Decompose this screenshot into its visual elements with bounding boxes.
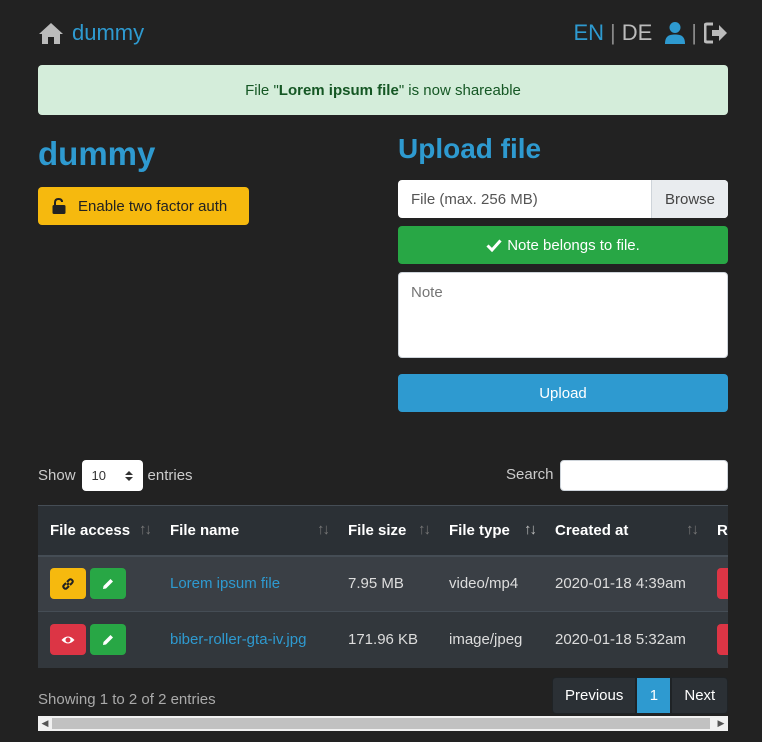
upload-title: Upload file — [398, 133, 542, 164]
file-access-cell — [38, 555, 158, 612]
home-icon — [39, 23, 63, 44]
table-row: biber-roller-gta-iv.jpg 171.96 KB image/… — [38, 611, 728, 668]
lang-de-link[interactable]: DE — [622, 20, 653, 46]
col-remove-label: R — [717, 521, 728, 539]
file-name-cell: Lorem ipsum file — [158, 555, 336, 612]
pencil-icon — [103, 634, 113, 645]
col-file-name-label: File name — [170, 521, 240, 539]
sort-icon: ↑↓ — [686, 521, 699, 538]
alert-prefix: File " — [245, 81, 279, 99]
col-created-at[interactable]: Created at ↑↓ — [543, 505, 705, 557]
logout-icon[interactable] — [704, 22, 728, 44]
enable-2fa-label: Enable two factor auth — [78, 197, 228, 215]
search-label: Search — [506, 466, 554, 483]
search-input[interactable] — [560, 460, 728, 491]
file-name-cell: biber-roller-gta-iv.jpg — [158, 611, 336, 668]
lang-separator: | — [610, 20, 616, 45]
sort-icon: ↑↓ — [317, 521, 330, 538]
col-file-size[interactable]: File size ↑↓ — [336, 505, 437, 557]
sort-icon: ↑↓ — [139, 521, 152, 538]
horizontal-scrollbar[interactable]: ◀ ▶ — [38, 716, 728, 731]
edit-button[interactable] — [90, 624, 126, 656]
page-1-button[interactable]: 1 — [636, 677, 672, 714]
file-name-link[interactable]: Lorem ipsum file — [170, 575, 280, 592]
scroll-left-icon[interactable]: ◀ — [38, 716, 52, 731]
col-file-size-label: File size — [348, 521, 407, 539]
delete-button[interactable] — [717, 568, 728, 600]
file-name-link[interactable]: biber-roller-gta-iv.jpg — [170, 631, 306, 648]
files-table: File access ↑↓ File name ↑↓ File size ↑↓ Fi… — [38, 505, 728, 668]
pencil-icon — [103, 578, 113, 589]
language-switcher: EN | DE | — [573, 20, 728, 46]
brand-text: dummy — [72, 20, 145, 45]
file-type-cell: video/mp4 — [437, 555, 543, 612]
scroll-right-icon[interactable]: ▶ — [714, 716, 728, 731]
alert-suffix: " is now shareable — [398, 81, 521, 99]
upload-button[interactable]: Upload — [398, 374, 728, 412]
unlock-icon — [52, 198, 66, 214]
col-file-type[interactable]: File type ↑↓ — [437, 505, 543, 557]
show-label: Show — [38, 467, 76, 484]
sort-icon: ↑↓ — [524, 521, 537, 538]
previous-page-button[interactable]: Previous — [552, 677, 637, 714]
col-file-access[interactable]: File access ↑↓ — [38, 505, 158, 557]
chevron-updown-icon — [124, 470, 133, 481]
pagination: Previous 1 Next — [552, 677, 729, 714]
sort-icon: ↑↓ — [418, 521, 431, 538]
lang-en-link[interactable]: EN — [573, 20, 604, 46]
user-icon[interactable] — [664, 21, 686, 45]
page-title-username: dummy — [38, 135, 156, 172]
link-icon — [62, 578, 74, 590]
browse-button[interactable]: Browse — [651, 180, 728, 218]
success-alert: File " Lorem ipsum file " is now shareab… — [38, 65, 728, 115]
note-belongs-button[interactable]: Note belongs to file. — [398, 226, 728, 264]
lang-separator: | — [691, 20, 697, 45]
entries-length-control: Show 10 entries — [38, 460, 193, 491]
created-at-cell: 2020-01-18 4:39am — [543, 555, 705, 612]
alert-file-name: Lorem ipsum file — [278, 81, 399, 99]
share-link-button[interactable] — [50, 568, 86, 600]
table-row: Lorem ipsum file 7.95 MB video/mp4 2020-… — [38, 555, 728, 612]
created-at-cell: 2020-01-18 5:32am — [543, 611, 705, 668]
col-remove[interactable]: R — [705, 505, 728, 557]
file-input-placeholder: File (max. 256 MB) — [411, 190, 538, 208]
table-info: Showing 1 to 2 of 2 entries — [38, 691, 216, 708]
top-navbar: dummy EN | DE | — [38, 20, 728, 48]
file-type-cell: image/jpeg — [437, 611, 543, 668]
col-created-at-label: Created at — [555, 521, 629, 539]
entries-select[interactable]: 10 — [81, 460, 143, 491]
note-belongs-label: Note belongs to file. — [507, 236, 640, 254]
edit-button[interactable] — [90, 568, 126, 600]
private-view-button[interactable] — [50, 624, 86, 656]
file-size-cell: 171.96 KB — [336, 611, 437, 668]
files-table-container: File access ↑↓ File name ↑↓ File size ↑↓ Fi… — [38, 505, 728, 668]
eye-icon — [61, 636, 75, 644]
col-file-name[interactable]: File name ↑↓ — [158, 505, 336, 557]
file-input[interactable]: File (max. 256 MB) Browse — [398, 180, 728, 218]
note-textarea[interactable] — [398, 272, 728, 358]
next-page-button[interactable]: Next — [671, 677, 729, 714]
remove-cell — [705, 555, 728, 612]
entries-label: entries — [147, 467, 193, 484]
brand-link[interactable]: dummy — [38, 20, 144, 46]
entries-select-value: 10 — [91, 468, 106, 483]
col-file-access-label: File access — [50, 521, 131, 539]
file-size-cell: 7.95 MB — [336, 555, 437, 612]
file-access-cell — [38, 611, 158, 668]
scrollbar-thumb[interactable] — [52, 718, 710, 729]
remove-cell — [705, 611, 728, 668]
delete-button[interactable] — [717, 624, 728, 656]
enable-2fa-button[interactable]: Enable two factor auth — [38, 187, 249, 225]
col-file-type-label: File type — [449, 521, 510, 539]
check-icon — [486, 239, 502, 252]
